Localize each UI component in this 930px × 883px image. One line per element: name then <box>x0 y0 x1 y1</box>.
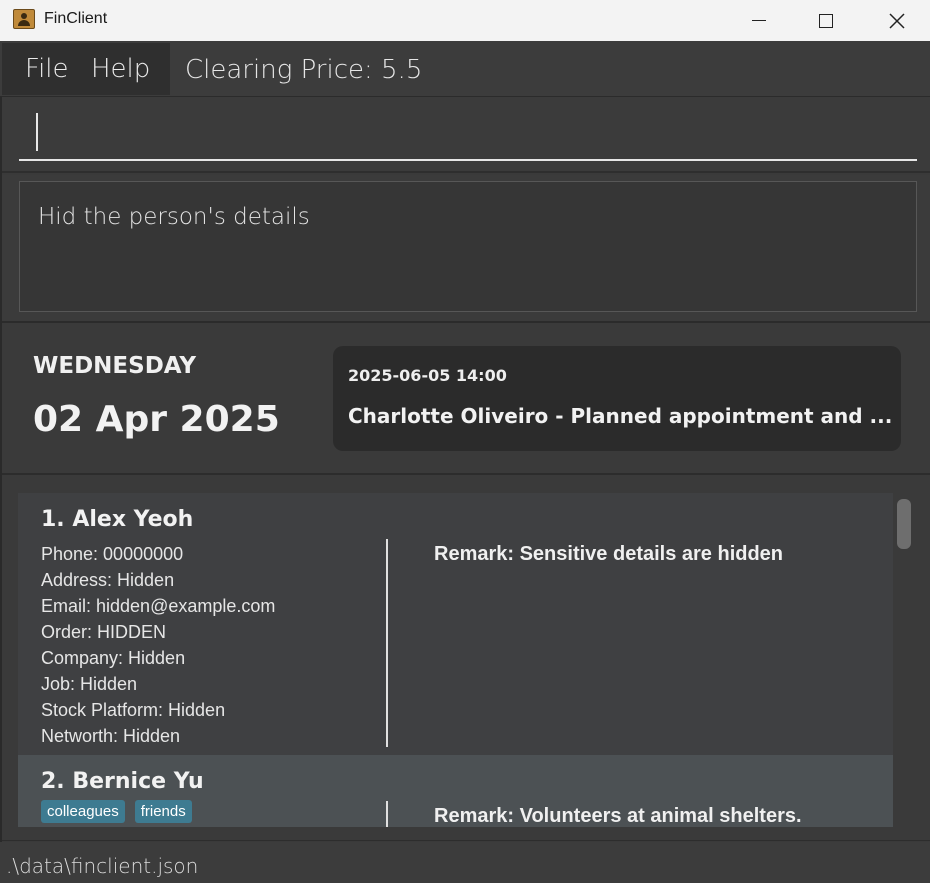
person-name: 1. Alex Yeoh <box>41 507 194 532</box>
text-caret <box>36 113 38 151</box>
person-remark: Remark: Sensitive details are hidden <box>434 543 784 565</box>
result-display[interactable]: Hid the person's details <box>19 181 917 312</box>
person-company: Company: Hidden <box>41 648 186 668</box>
person-list[interactable]: 1. Alex Yeoh Phone: 00000000 Address: Hi… <box>18 493 893 827</box>
minimize-button[interactable] <box>724 0 794 41</box>
person-order: Order: HIDDEN <box>41 622 167 642</box>
close-button[interactable] <box>862 0 930 41</box>
tag: colleagues <box>41 800 125 823</box>
person-details: Phone: 00000000 Address: Hidden Email: h… <box>41 541 275 749</box>
person-phone: Phone: 00000000 <box>41 544 184 564</box>
person-job: Job: Hidden <box>41 674 138 694</box>
appointment-time: 2025-06-05 14:00 <box>348 366 507 385</box>
person-remark: Remark: Volunteers at animal shelters. <box>434 805 802 827</box>
person-email: Email: hidden@example.com <box>41 596 276 616</box>
person-stock-platform: Stock Platform: Hidden <box>41 700 226 720</box>
result-display-area: Hid the person's details <box>2 175 930 323</box>
person-card[interactable]: 1. Alex Yeoh Phone: 00000000 Address: Hi… <box>18 493 893 755</box>
maximize-button[interactable] <box>791 0 861 41</box>
command-box <box>2 97 930 173</box>
date-label: 02 Apr 2025 <box>33 399 280 440</box>
person-list-panel: 1. Alex Yeoh Phone: 00000000 Address: Hi… <box>2 477 930 841</box>
window-title: FinClient <box>44 10 108 27</box>
title-bar: FinClient <box>0 0 930 41</box>
person-card[interactable]: 2. Bernice Yu colleagues friends Remark:… <box>18 755 893 827</box>
result-text: Hid the person's details <box>38 204 310 230</box>
person-tags: colleagues friends <box>41 800 192 823</box>
calendar-panel: WEDNESDAY 02 Apr 2025 2025-06-05 14:00 C… <box>2 325 930 475</box>
scroll-thumb[interactable] <box>897 499 911 549</box>
data-file-path: .\data\finclient.json <box>6 854 199 878</box>
card-divider <box>386 539 388 747</box>
maximize-icon <box>819 13 833 28</box>
minimize-icon <box>752 20 766 21</box>
menu-bar: File Help Clearing Price: 5.5 <box>0 41 930 97</box>
status-bar: .\data\finclient.json <box>0 842 930 883</box>
appointment-description: Charlotte Oliveiro - Planned appointment… <box>348 404 893 428</box>
close-icon <box>889 12 905 29</box>
person-networth: Networth: Hidden <box>41 726 181 746</box>
weekday-label: WEDNESDAY <box>33 353 197 379</box>
menu-help[interactable]: Help <box>91 54 150 84</box>
upcoming-appointment-card[interactable]: 2025-06-05 14:00 Charlotte Oliveiro - Pl… <box>333 346 901 451</box>
person-address: Address: Hidden <box>41 570 175 590</box>
person-name: 2. Bernice Yu <box>41 769 204 794</box>
card-divider <box>386 801 388 827</box>
clearing-price-label: Clearing Price: 5.5 <box>185 55 423 85</box>
list-scrollbar[interactable] <box>895 493 914 827</box>
tag: friends <box>134 800 192 823</box>
menu-group: File Help <box>2 43 170 95</box>
menu-file[interactable]: File <box>25 54 69 84</box>
contact-book-icon <box>13 9 35 29</box>
command-input[interactable] <box>19 105 917 161</box>
